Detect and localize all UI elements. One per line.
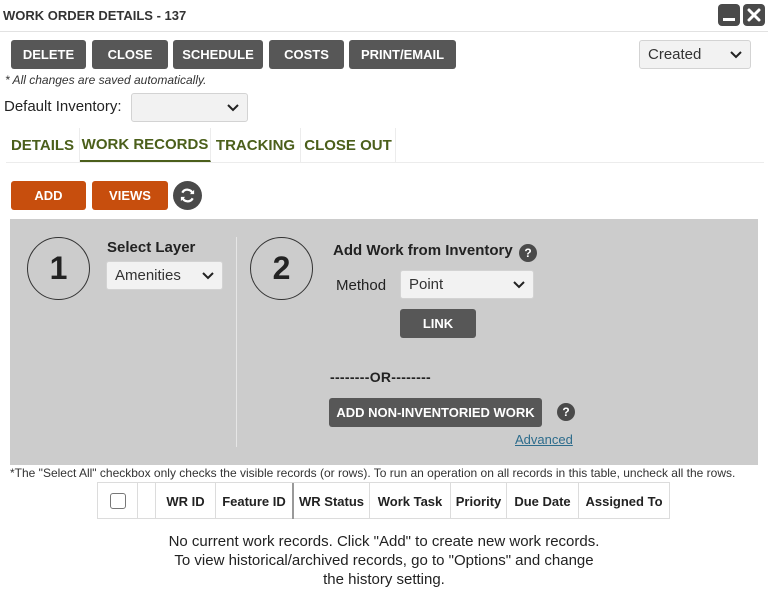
- add-work-label: Add Work from Inventory: [333, 242, 513, 259]
- method-label: Method: [336, 277, 387, 294]
- close-icon[interactable]: [743, 4, 765, 26]
- select-all-footnote: *The "Select All" checkbox only checks t…: [10, 466, 736, 480]
- schedule-button[interactable]: SCHEDULE: [173, 40, 263, 69]
- close-button[interactable]: CLOSE: [92, 40, 168, 69]
- link-button[interactable]: LINK: [400, 309, 476, 338]
- column-header-wr-status[interactable]: WR Status: [292, 483, 369, 519]
- or-separator: --------OR--------: [330, 369, 431, 385]
- views-button[interactable]: VIEWS: [92, 181, 168, 210]
- tab-tracking[interactable]: TRACKING: [211, 128, 301, 162]
- column-header-priority[interactable]: Priority: [450, 483, 506, 519]
- method-select-value: Point: [409, 276, 444, 293]
- empty-state-line-1: No current work records. Click "Add" to …: [168, 533, 600, 550]
- chevron-down-icon: [202, 271, 214, 279]
- layer-select-value: Amenities: [115, 267, 181, 284]
- panel-divider: [236, 237, 237, 447]
- status-select[interactable]: Created: [639, 40, 751, 69]
- layer-select[interactable]: Amenities: [106, 261, 223, 290]
- default-inventory-select[interactable]: [131, 93, 248, 122]
- add-non-inventoried-work-button[interactable]: ADD NON-INVENTORIED WORK: [329, 398, 542, 427]
- advanced-link[interactable]: Advanced: [515, 432, 573, 447]
- minimize-icon[interactable]: [718, 4, 740, 26]
- window-title: WORK ORDER DETAILS - 137: [3, 8, 187, 23]
- empty-state-line-2: To view historical/archived records, go …: [174, 552, 594, 569]
- help-icon[interactable]: ?: [519, 244, 537, 262]
- column-header-feature-id[interactable]: Feature ID: [215, 483, 292, 519]
- select-layer-label: Select Layer: [107, 239, 196, 256]
- spacer-column: [137, 483, 155, 519]
- chevron-down-icon: [730, 50, 742, 58]
- work-records-table-header: WR ID Feature ID WR Status Work Task Pri…: [97, 482, 670, 519]
- status-select-value: Created: [648, 46, 702, 63]
- tab-work-records[interactable]: WORK RECORDS: [80, 128, 211, 162]
- delete-button[interactable]: DELETE: [11, 40, 86, 69]
- default-inventory-label: Default Inventory:: [4, 98, 122, 115]
- step-1-badge: 1: [27, 237, 90, 300]
- tab-divider: [6, 162, 764, 163]
- tab-close-out[interactable]: CLOSE OUT: [301, 128, 396, 162]
- chevron-down-icon: [227, 103, 239, 111]
- select-all-checkbox[interactable]: [109, 493, 126, 509]
- tab-details[interactable]: DETAILS: [6, 128, 80, 162]
- column-header-due-date[interactable]: Due Date: [506, 483, 578, 519]
- column-header-work-task[interactable]: Work Task: [369, 483, 450, 519]
- select-all-cell: [97, 483, 137, 519]
- costs-button[interactable]: COSTS: [269, 40, 344, 69]
- chevron-down-icon: [513, 280, 525, 288]
- print-email-button[interactable]: PRINT/EMAIL: [349, 40, 456, 69]
- column-header-wr-id[interactable]: WR ID: [155, 483, 215, 519]
- autosave-note: * All changes are saved automatically.: [5, 73, 207, 87]
- title-bar: WORK ORDER DETAILS - 137: [0, 0, 768, 32]
- column-header-assigned-to[interactable]: Assigned To: [578, 483, 670, 519]
- help-icon[interactable]: ?: [557, 403, 575, 421]
- empty-state-line-3: the history setting.: [323, 571, 445, 588]
- add-button[interactable]: ADD: [11, 181, 86, 210]
- step-2-badge: 2: [250, 237, 313, 300]
- method-select[interactable]: Point: [400, 270, 534, 299]
- refresh-icon[interactable]: [173, 181, 202, 210]
